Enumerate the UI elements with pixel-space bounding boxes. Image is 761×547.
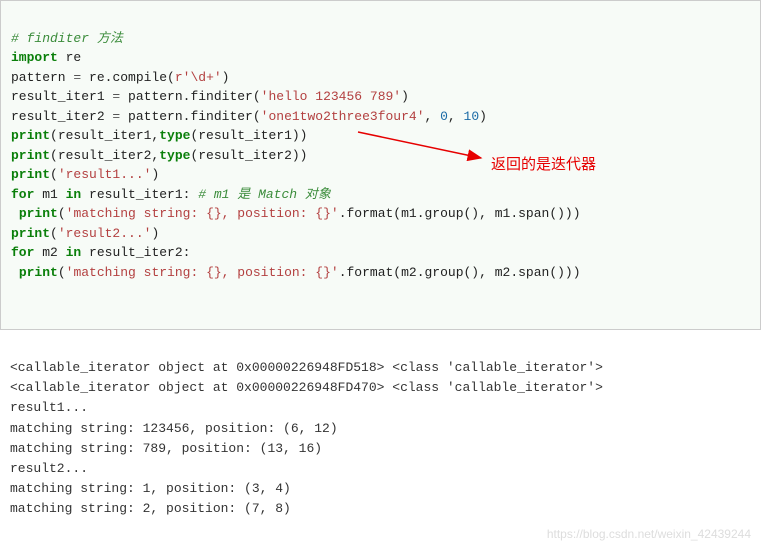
code-text: (result_iter2)): [190, 148, 307, 163]
code-text: ,: [448, 109, 464, 124]
comment: # m1 是 Match 对象: [198, 187, 331, 202]
builtin-print: print: [11, 167, 50, 182]
string-literal: 'matching string: {}, position: {}': [66, 265, 339, 280]
code-text: .format(m1.group(), m1.span())): [339, 206, 581, 221]
string-literal: 'result1...': [58, 167, 152, 182]
output-line: matching string: 2, position: (7, 8): [10, 501, 291, 516]
code-text: (result_iter1)): [190, 128, 307, 143]
code-text: (: [50, 226, 58, 241]
code-text: ): [151, 167, 159, 182]
string-literal: 'matching string: {}, position: {}': [66, 206, 339, 221]
code-text: re.compile(: [81, 70, 175, 85]
keyword-for: for: [11, 245, 34, 260]
output-line: matching string: 789, position: (13, 16): [10, 441, 322, 456]
arrow-icon: [356, 128, 496, 168]
keyword-in: in: [66, 245, 82, 260]
annotation-text: 返回的是迭代器: [491, 154, 596, 177]
number: 0: [440, 109, 448, 124]
code-text: (: [50, 167, 58, 182]
code-text: ): [222, 70, 230, 85]
code-text: ): [401, 89, 409, 104]
code-text: pattern.finditer(: [120, 89, 260, 104]
code-text: ): [151, 226, 159, 241]
code-text: result_iter2: [11, 109, 112, 124]
code-text: result_iter2:: [81, 245, 190, 260]
output-line: matching string: 1, position: (3, 4): [10, 481, 291, 496]
code-text: pattern.finditer(: [120, 109, 260, 124]
builtin-print: print: [19, 206, 58, 221]
code-text: m1: [34, 187, 65, 202]
code-text: pattern: [11, 70, 73, 85]
code-text: ): [479, 109, 487, 124]
output-line: result1...: [10, 400, 88, 415]
code-text: (result_iter2,: [50, 148, 159, 163]
code-text: m2: [34, 245, 65, 260]
builtin-print: print: [11, 128, 50, 143]
code-text: result_iter1: [11, 89, 112, 104]
code-text: ,: [425, 109, 441, 124]
builtin-type: type: [159, 128, 190, 143]
code-block: # finditer 方法 import re pattern = re.com…: [0, 0, 761, 330]
keyword-import: import: [11, 50, 58, 65]
indent: [11, 206, 19, 221]
module-name: re: [58, 50, 81, 65]
code-text: (: [58, 206, 66, 221]
number: 10: [464, 109, 480, 124]
code-text: .format(m2.group(), m2.span())): [339, 265, 581, 280]
indent: [11, 265, 19, 280]
builtin-type: type: [159, 148, 190, 163]
code-text: (result_iter1,: [50, 128, 159, 143]
string-literal: 'result2...': [58, 226, 152, 241]
output-line: matching string: 123456, position: (6, 1…: [10, 421, 338, 436]
output-block: <callable_iterator object at 0x000002269…: [0, 330, 761, 547]
keyword-for: for: [11, 187, 34, 202]
builtin-print: print: [11, 226, 50, 241]
output-line: <callable_iterator object at 0x000002269…: [10, 360, 603, 375]
output-line: <callable_iterator object at 0x000002269…: [10, 380, 603, 395]
code-text: (: [58, 265, 66, 280]
watermark-text: https://blog.csdn.net/weixin_42439244: [547, 525, 751, 544]
string-literal: 'hello 123456 789': [261, 89, 401, 104]
comment-line: # finditer 方法: [11, 31, 123, 46]
string-literal: r'\d+': [175, 70, 222, 85]
builtin-print: print: [11, 148, 50, 163]
string-literal: 'one1two2three3four4': [261, 109, 425, 124]
output-line: result2...: [10, 461, 88, 476]
code-text: result_iter1:: [81, 187, 198, 202]
builtin-print: print: [19, 265, 58, 280]
keyword-in: in: [66, 187, 82, 202]
